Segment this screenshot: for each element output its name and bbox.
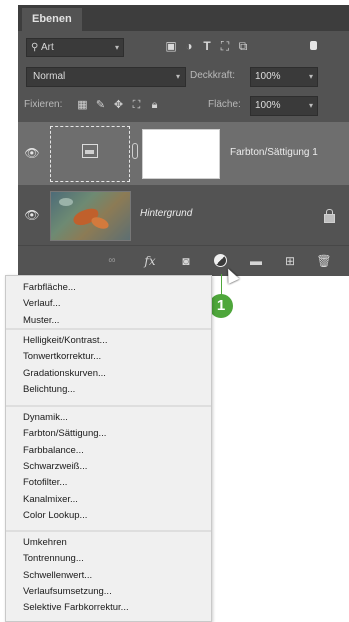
layer-row-background[interactable]: 👁︎ Hintergrund	[18, 186, 349, 244]
lock-all-icon[interactable]: 🔒︎	[148, 97, 161, 113]
layer-filter-select[interactable]: ⚲ Art ▾	[26, 38, 124, 57]
chevron-down-icon: ▾	[175, 72, 180, 81]
layer-filter-value: Art	[41, 42, 54, 53]
menu-item[interactable]: Farbbalance...	[23, 443, 84, 458]
blend-mode-select[interactable]: Normal ▾	[26, 67, 186, 87]
adjustment-layer-thumbnail[interactable]	[50, 126, 130, 182]
menu-item[interactable]: Verlaufsumsetzung...	[23, 584, 112, 599]
menu-separator	[6, 530, 211, 532]
search-icon: ⚲	[31, 42, 39, 53]
layer-row-adjustment[interactable]: 👁︎ Farbton/Sättigung 1	[18, 122, 349, 185]
menu-separator	[6, 405, 211, 407]
lock-position-icon[interactable]: ✥	[112, 97, 125, 113]
lock-label: Fixieren:	[24, 99, 63, 110]
lock-image-icon[interactable]: ✎	[94, 97, 107, 113]
menu-item[interactable]: Belichtung...	[23, 382, 75, 397]
menu-item[interactable]: Dynamik...	[23, 410, 68, 425]
lock-artboard-icon[interactable]: ⛶	[130, 97, 143, 113]
layers-bottom-toolbar: ∞ fx ◙ ▬ ⊞ 🗑︎	[18, 245, 349, 276]
menu-item[interactable]: Farbfläche...	[23, 280, 76, 295]
menu-item[interactable]: Tonwertkorrektur...	[23, 349, 101, 364]
menu-item[interactable]: Verlauf...	[23, 296, 61, 311]
menu-separator	[6, 328, 211, 330]
chevron-down-icon: ▾	[308, 101, 313, 110]
menu-item[interactable]: Schwarzweiß...	[23, 459, 87, 474]
filter-toggle-switch[interactable]	[310, 41, 317, 50]
layer-mask-thumbnail[interactable]	[142, 129, 220, 179]
blend-mode-value: Normal	[33, 71, 66, 82]
link-layers-icon[interactable]: ∞	[104, 253, 120, 269]
add-mask-icon[interactable]: ◙	[178, 253, 194, 269]
shape-filter-icon[interactable]: ⛶	[218, 38, 232, 54]
visibility-eye-icon[interactable]: 👁︎	[24, 208, 40, 222]
menu-item[interactable]: Color Lookup...	[23, 508, 87, 523]
layer-name[interactable]: Hintergrund	[140, 208, 192, 219]
menu-item[interactable]: Umkehren	[23, 535, 67, 550]
callout-badge: 1	[209, 294, 233, 318]
tab-ebenen[interactable]: Ebenen	[22, 8, 82, 31]
lock-transparent-icon[interactable]: ▦	[76, 97, 89, 113]
opacity-value: 100%	[255, 71, 281, 82]
type-filter-icon[interactable]: T	[200, 38, 214, 54]
menu-item[interactable]: Muster...	[23, 313, 59, 328]
menu-item[interactable]: Kanalmixer...	[23, 492, 78, 507]
chevron-down-icon: ▾	[114, 43, 119, 52]
panel-tab-bar: Ebenen	[18, 5, 349, 31]
visibility-eye-icon[interactable]: 👁︎	[24, 146, 40, 160]
adjustment-dropdown-menu: Farbfläche... Verlauf... Muster... Helligke…	[5, 275, 212, 622]
menu-item[interactable]: Selektive Farbkorrektur...	[23, 600, 129, 615]
new-adjustment-layer-icon[interactable]	[214, 254, 227, 267]
lock-icon	[324, 209, 335, 223]
menu-item[interactable]: Tontrennung...	[23, 551, 84, 566]
menu-item[interactable]: Farbton/Sättigung...	[23, 426, 106, 441]
menu-item[interactable]: Schwellenwert...	[23, 568, 92, 583]
menu-item[interactable]: Helligkeit/Kontrast...	[23, 333, 107, 348]
new-layer-icon[interactable]: ⊞	[282, 253, 298, 269]
layer-name[interactable]: Farbton/Sättigung 1	[230, 147, 318, 158]
adjustment-filter-icon[interactable]: ◑	[182, 38, 196, 54]
menu-item[interactable]: Fotofilter...	[23, 475, 67, 490]
fill-label: Fläche:	[208, 99, 241, 110]
new-group-icon[interactable]: ▬	[248, 253, 264, 269]
layers-panel: Ebenen ⚲ Art ▾ ▣ ◑ T ⛶ ⧉ Normal ▾ Deckkr…	[18, 5, 349, 276]
pixel-filter-icon[interactable]: ▣	[164, 38, 178, 54]
chevron-down-icon: ▾	[308, 72, 313, 81]
fill-value: 100%	[255, 100, 281, 111]
mask-link-icon[interactable]	[132, 143, 138, 159]
layer-image-thumbnail[interactable]	[50, 191, 131, 241]
opacity-label: Deckkraft:	[190, 70, 236, 81]
fill-field[interactable]: 100% ▾	[250, 96, 318, 116]
fx-button[interactable]: fx	[142, 253, 158, 269]
trash-icon[interactable]: 🗑︎	[316, 253, 332, 269]
opacity-field[interactable]: 100% ▾	[250, 67, 318, 87]
smartobject-filter-icon[interactable]: ⧉	[236, 38, 250, 54]
adjustment-icon	[82, 144, 98, 158]
menu-item[interactable]: Gradationskurven...	[23, 366, 106, 381]
